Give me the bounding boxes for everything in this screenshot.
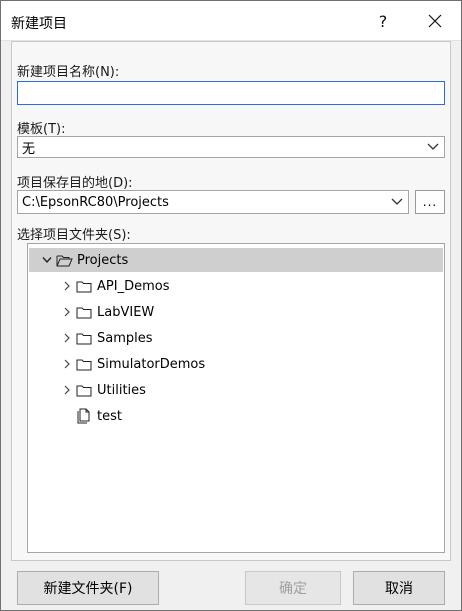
tree-item-label: Projects [77, 252, 129, 268]
folder-icon [75, 384, 93, 397]
tree-item-label: SimulatorDemos [97, 356, 206, 372]
tree-item-labview[interactable]: LabVIEW [29, 300, 443, 324]
folder-icon [75, 280, 93, 293]
close-button[interactable] [413, 3, 457, 39]
folder-icon [75, 306, 93, 319]
tree-item-samples[interactable]: Samples [29, 326, 443, 350]
project-folder-tree[interactable]: Projects API_Demos LabVIEW Samples Simul… [27, 243, 445, 553]
folder-open-icon [55, 254, 73, 267]
template-select[interactable]: 无 [17, 136, 445, 158]
folder-icon [75, 358, 93, 371]
cancel-button[interactable]: 取消 [353, 571, 445, 605]
tree-item-projects[interactable]: Projects [29, 248, 443, 272]
browse-button[interactable]: ... [415, 190, 445, 214]
tree-item-simulatordemos[interactable]: SimulatorDemos [29, 352, 443, 376]
chevron-right-icon[interactable] [59, 385, 75, 395]
location-select-value: C:\EpsonRC80\Projects [22, 194, 169, 210]
chevron-right-icon[interactable] [59, 307, 75, 317]
folder-icon [75, 332, 93, 345]
project-name-label: 新建项目名称(N): [17, 65, 120, 80]
template-label: 模板(T): [17, 122, 66, 137]
template-select-value: 无 [22, 141, 36, 157]
tree-item-utilities[interactable]: Utilities [29, 378, 443, 402]
tree-item-api-demos[interactable]: API_Demos [29, 274, 443, 298]
chevron-down-icon [386, 192, 408, 212]
chevron-expanded-icon[interactable] [39, 256, 55, 264]
tree-item-label: API_Demos [97, 278, 170, 294]
ok-button[interactable]: 确定 [245, 571, 341, 605]
title-bar: 新建项目 ? [1, 1, 461, 41]
chevron-down-icon [422, 137, 444, 157]
new-folder-button[interactable]: 新建文件夹(F) [17, 571, 159, 605]
chevron-right-icon[interactable] [59, 359, 75, 369]
tree-item-label: Utilities [97, 382, 146, 398]
chevron-right-icon[interactable] [59, 281, 75, 291]
dialog-title: 新建项目 [11, 16, 67, 32]
tree-item-label: Samples [97, 330, 153, 346]
new-project-dialog: 新建项目 ? 新建项目名称(N): 模板(T): 无 项目保存目的地(D): C… [0, 0, 462, 611]
project-name-input[interactable] [17, 81, 445, 105]
location-select[interactable]: C:\EpsonRC80\Projects [17, 190, 409, 214]
close-icon [428, 14, 442, 28]
tree-item-label: test [97, 408, 122, 424]
location-label: 项目保存目的地(D): [17, 176, 133, 191]
project-file-icon [75, 408, 93, 424]
tree-item-label: LabVIEW [97, 304, 155, 320]
folder-tree-label: 选择项目文件夹(S): [17, 228, 131, 243]
help-button[interactable]: ? [363, 3, 403, 39]
chevron-right-icon[interactable] [59, 333, 75, 343]
tree-item-test[interactable]: test [29, 404, 443, 428]
